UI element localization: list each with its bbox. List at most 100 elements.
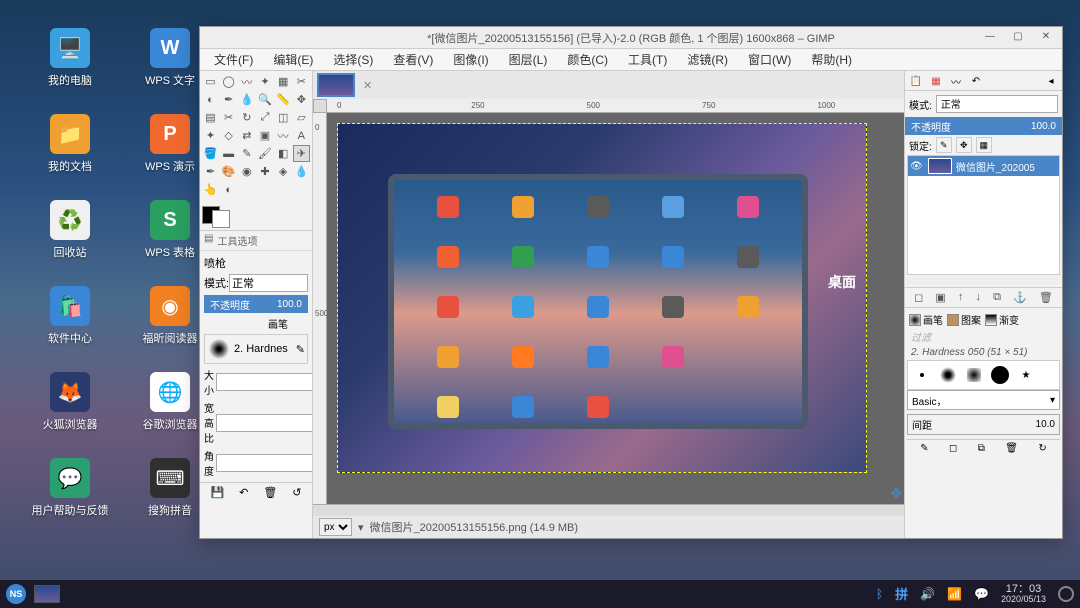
layer-item[interactable]: 👁 微信图片_202005 (908, 156, 1059, 176)
lock-alpha-icon[interactable]: ▦ (976, 137, 992, 153)
image-tab-close[interactable]: ✕ (359, 79, 376, 92)
options-reset-icon[interactable]: ↺ (292, 486, 301, 499)
brush-filter[interactable]: 过滤 (907, 329, 1060, 345)
unit-select[interactable]: px (319, 518, 352, 536)
brush-preset[interactable]: ★ (1014, 363, 1038, 387)
desktop-icon-wps-writer[interactable]: WWPS 文字 (130, 28, 210, 88)
canvas-scrollbar-h[interactable] (313, 504, 904, 516)
size-input[interactable] (216, 373, 312, 391)
minimize-button[interactable]: — (978, 30, 1002, 46)
tool-paths[interactable]: ✒ (220, 91, 237, 108)
tray-bluetooth-icon[interactable]: ᛒ (876, 587, 883, 601)
brush-edit-icon[interactable]: ✎ (296, 343, 305, 356)
brush-preset[interactable] (962, 363, 986, 387)
desktop-icon-chrome[interactable]: 🌐谷歌浏览器 (130, 372, 210, 432)
undo-tab-icon[interactable]: ↶ (967, 73, 985, 89)
menu-edit[interactable]: 编辑(E) (263, 49, 323, 70)
tool-paintbrush[interactable]: 🖌 (256, 145, 273, 162)
ruler-horizontal[interactable]: 0 250 500 750 1000 (327, 99, 904, 113)
tool-rotate[interactable]: ↻ (238, 109, 255, 126)
tool-ink[interactable]: ✒ (202, 163, 219, 180)
tool-perspective-clone[interactable]: ◈ (275, 163, 292, 180)
layer-visibility-icon[interactable]: 👁 (910, 161, 924, 172)
tool-pencil[interactable]: ✎ (238, 145, 255, 162)
brush-select[interactable]: 2. Hardnes ✎ (204, 334, 308, 364)
tool-bucket[interactable]: 🪣 (202, 145, 219, 162)
options-delete-icon[interactable]: 🗑 (263, 486, 277, 499)
menu-layer[interactable]: 图层(L) (499, 49, 558, 70)
tool-text[interactable]: A (293, 127, 310, 144)
layers-scroll[interactable] (907, 277, 1060, 285)
new-group-button[interactable]: ▣ (935, 291, 945, 304)
tool-clone[interactable]: ◉ (238, 163, 255, 180)
tool-mypaint[interactable]: 🎨 (220, 163, 237, 180)
layers-tab-icon[interactable]: 📋 (907, 73, 925, 89)
tool-warp[interactable]: 〰 (275, 127, 292, 144)
lock-position-icon[interactable]: ✥ (956, 137, 972, 153)
tool-scale[interactable]: ⤢ (256, 109, 273, 126)
menu-select[interactable]: 选择(S) (323, 49, 383, 70)
brush-duplicate-button[interactable]: ⧉ (978, 443, 985, 454)
tool-zoom[interactable]: 🔍 (256, 91, 273, 108)
patterns-tab[interactable]: 图案 (947, 312, 981, 327)
tool-eraser[interactable]: ◧ (275, 145, 292, 162)
tool-heal[interactable]: ✚ (256, 163, 273, 180)
layer-opacity-slider[interactable]: 不透明度 100.0 (905, 117, 1062, 135)
brush-preset[interactable] (936, 363, 960, 387)
desktop-icon-sogou[interactable]: ⌨搜狗拼音 (130, 458, 210, 518)
tool-blur[interactable]: 💧 (293, 163, 310, 180)
ruler-vertical[interactable]: 0 500 (313, 113, 327, 504)
menu-help[interactable]: 帮助(H) (801, 49, 862, 70)
desktop-icon-documents[interactable]: 📁我的文档 (30, 114, 110, 174)
menu-windows[interactable]: 窗口(W) (738, 49, 801, 70)
tool-foreground[interactable]: ◐ (202, 91, 219, 108)
menu-file[interactable]: 文件(F) (204, 49, 263, 70)
options-restore-icon[interactable]: ↶ (239, 486, 248, 499)
desktop-icon-wps-presentation[interactable]: PWPS 演示 (130, 114, 210, 174)
ratio-input[interactable] (216, 414, 312, 432)
ruler-corner[interactable] (313, 99, 327, 113)
desktop-icon-trash[interactable]: ♻️回收站 (30, 200, 110, 260)
brush-preset[interactable] (988, 363, 1012, 387)
tool-align[interactable]: ▤ (202, 109, 219, 126)
tool-handle[interactable]: ◇ (220, 127, 237, 144)
lock-pixels-icon[interactable]: ✎ (936, 137, 952, 153)
angle-input[interactable] (216, 454, 312, 472)
tool-unified[interactable]: ✦ (202, 127, 219, 144)
dock-menu-icon[interactable]: ◂ (1042, 73, 1060, 89)
desktop-icon-computer[interactable]: 🖥️我的电脑 (30, 28, 110, 88)
new-layer-button[interactable]: ◻ (914, 291, 923, 304)
paths-tab-icon[interactable]: 〰 (947, 73, 965, 89)
mode-select[interactable]: 正常 (229, 274, 308, 292)
titlebar[interactable]: *[微信图片_20200513155156] (已导入)-2.0 (RGB 颜色… (200, 27, 1062, 49)
brush-refresh-button[interactable]: ↻ (1038, 443, 1046, 454)
tray-volume-icon[interactable]: 🔊 (920, 587, 935, 601)
tool-smudge[interactable]: 👆 (202, 181, 219, 198)
canvas-viewport[interactable]: 桌面 ✥ (327, 113, 904, 504)
layer-mode-select[interactable]: 正常 (936, 95, 1058, 113)
desktop-icon-software-center[interactable]: 🛍️软件中心 (30, 286, 110, 346)
delete-layer-button[interactable]: 🗑 (1039, 291, 1053, 304)
brush-basic-select[interactable]: Basic，▾ (907, 390, 1060, 410)
zoom-dropdown-icon[interactable]: ▾ (358, 521, 364, 534)
maximize-button[interactable]: ▢ (1006, 30, 1030, 46)
tool-scissors[interactable]: ✂ (293, 73, 310, 90)
tool-measure[interactable]: 📏 (275, 91, 292, 108)
canvas-image[interactable]: 桌面 (337, 123, 867, 473)
layer-down-button[interactable]: ↓ (975, 291, 981, 304)
menu-filters[interactable]: 滤镜(R) (677, 49, 738, 70)
tool-perspective[interactable]: ▱ (293, 109, 310, 126)
tray-notification-icon[interactable]: 💬 (974, 587, 989, 601)
image-tab[interactable] (317, 73, 355, 97)
brush-preset[interactable] (910, 363, 934, 387)
taskbar-gimp[interactable] (34, 585, 60, 603)
tool-flip[interactable]: ⇄ (238, 127, 255, 144)
tool-move[interactable]: ✥ (293, 91, 310, 108)
menu-tools[interactable]: 工具(T) (618, 49, 677, 70)
options-save-icon[interactable]: 💾 (210, 486, 224, 499)
close-button[interactable]: ✕ (1034, 30, 1058, 46)
start-menu-button[interactable]: NS (6, 584, 26, 604)
tool-shear[interactable]: ◫ (275, 109, 292, 126)
tool-by-color[interactable]: ▦ (275, 73, 292, 90)
brushes-tab[interactable]: 画笔 (909, 312, 943, 327)
